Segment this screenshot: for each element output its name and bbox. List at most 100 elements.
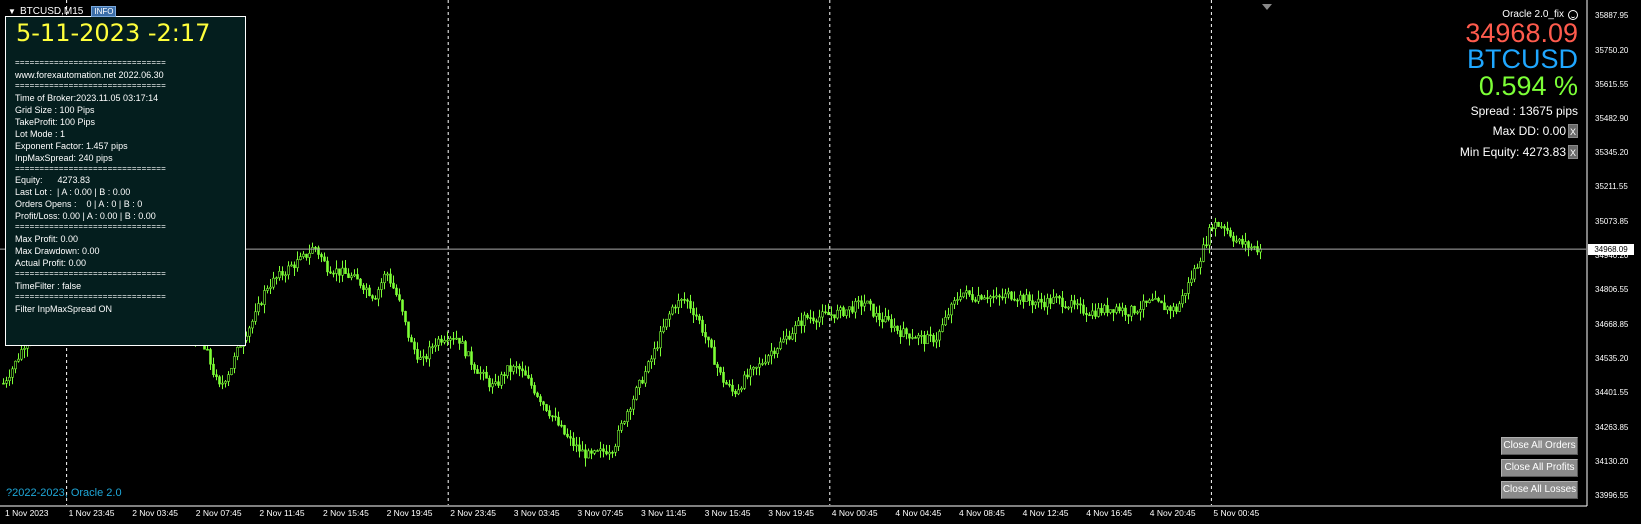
candle (701, 315, 704, 337)
candle (1115, 303, 1118, 315)
candle (566, 428, 569, 439)
candle (734, 389, 737, 398)
candle (536, 391, 539, 398)
time-tick-label: 4 Nov 08:45 (959, 508, 1005, 518)
candle (527, 366, 530, 380)
candle (905, 327, 908, 340)
candle (494, 373, 497, 386)
candle (761, 358, 764, 366)
reset-min-equity-button[interactable]: X (1568, 145, 1578, 159)
dropdown-triangle-icon[interactable]: ▼ (8, 7, 16, 16)
candle (890, 314, 893, 333)
candle (2, 378, 5, 385)
candle (461, 335, 464, 344)
candle (1004, 288, 1007, 304)
grid-size: Grid Size : 100 Pips (15, 105, 95, 115)
candle (437, 336, 440, 351)
candle (602, 444, 605, 458)
candle (1172, 302, 1175, 318)
candle (1034, 301, 1037, 310)
candle (1097, 302, 1100, 318)
candle (443, 335, 446, 345)
candle (641, 376, 644, 385)
candle (1025, 288, 1028, 302)
info-badge[interactable]: INFO (91, 6, 117, 17)
candle (1046, 293, 1049, 315)
candle (425, 353, 428, 363)
candle (353, 269, 356, 278)
candle (374, 295, 377, 300)
time-tick-label: 2 Nov 19:45 (386, 508, 433, 518)
candle (842, 305, 845, 317)
candle (1178, 301, 1181, 313)
candle (791, 327, 794, 341)
close-all-profits-button[interactable]: Close All Profits (1501, 459, 1578, 477)
candle (812, 311, 815, 324)
candle (578, 437, 581, 458)
time-tick-label: 3 Nov 19:45 (768, 508, 815, 518)
candle (290, 261, 293, 267)
candle (800, 312, 803, 334)
candle (950, 302, 953, 324)
candle (875, 306, 878, 323)
candle (1190, 270, 1193, 287)
candle (326, 256, 329, 276)
candle (914, 335, 917, 339)
candle (506, 365, 509, 379)
candle (464, 339, 467, 359)
lot-mode: Lot Mode : 1 (15, 129, 66, 139)
candle (659, 326, 662, 357)
candle (14, 360, 17, 374)
chart-area[interactable]: ▼ BTCUSD,M15 INFO 5-11-2023 -2:17 ======… (0, 0, 1641, 524)
candle (830, 306, 833, 321)
candle (368, 284, 371, 297)
candle (854, 298, 857, 319)
candle (1121, 302, 1124, 317)
time-tick-label: 3 Nov 07:45 (577, 508, 624, 518)
candle (1175, 303, 1178, 315)
candle (449, 336, 452, 349)
chart-shift-marker-icon[interactable] (1262, 4, 1272, 10)
candle (827, 303, 830, 316)
candle (20, 345, 23, 361)
candle (1154, 290, 1157, 300)
candle (911, 329, 914, 340)
candle (944, 310, 947, 327)
candle (1196, 263, 1199, 269)
candle (731, 379, 734, 397)
candle (1187, 277, 1190, 300)
close-all-losses-button[interactable]: Close All Losses (1501, 481, 1578, 499)
candle (572, 432, 575, 451)
candle (881, 312, 884, 329)
candle (680, 298, 683, 309)
candle (815, 318, 818, 330)
min-equity-value: Min Equity: 4273.83 (1459, 145, 1566, 159)
candle (1166, 305, 1169, 315)
close-all-orders-button[interactable]: Close All Orders (1501, 437, 1578, 455)
candle (809, 309, 812, 324)
candle (1037, 290, 1040, 308)
time-tick-label: 4 Nov 12:45 (1022, 508, 1069, 518)
price-tick-label: 35615.55 (1595, 79, 1629, 89)
reset-max-dd-button[interactable]: X (1568, 124, 1578, 138)
candle (851, 300, 854, 314)
candle (392, 275, 395, 290)
candle (1136, 310, 1139, 315)
candle (485, 365, 488, 379)
candle (347, 268, 350, 279)
candle (794, 321, 797, 343)
candle (1130, 304, 1133, 322)
candle (1088, 312, 1091, 317)
candle (1163, 294, 1166, 311)
candle (293, 261, 296, 276)
candle (503, 371, 506, 384)
candle (710, 338, 713, 349)
last-lot: Last Lot : | A : 0.00 | B : 0.00 (15, 187, 131, 197)
candle (380, 278, 383, 298)
candle (599, 441, 602, 458)
candle (254, 303, 257, 325)
candle (440, 335, 443, 346)
candle (1235, 235, 1238, 244)
candle (1070, 294, 1073, 313)
candle (272, 271, 275, 290)
